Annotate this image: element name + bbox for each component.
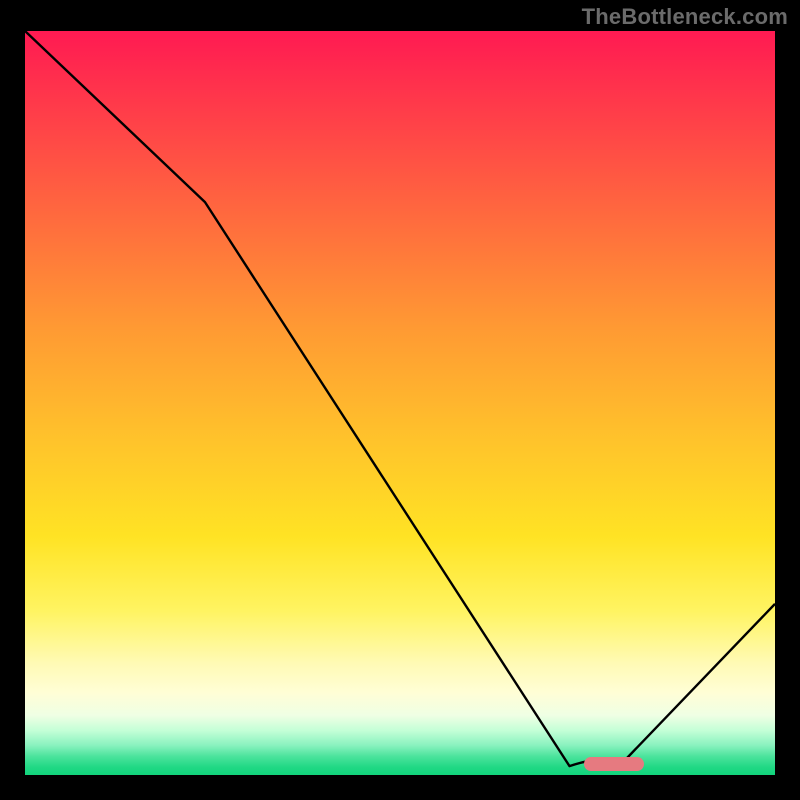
curve-path: [25, 31, 775, 766]
bottleneck-curve: [25, 31, 775, 775]
plot-area: [25, 31, 775, 775]
watermark-text: TheBottleneck.com: [582, 4, 788, 30]
optimal-marker: [584, 757, 644, 771]
chart-container: TheBottleneck.com: [0, 0, 800, 800]
